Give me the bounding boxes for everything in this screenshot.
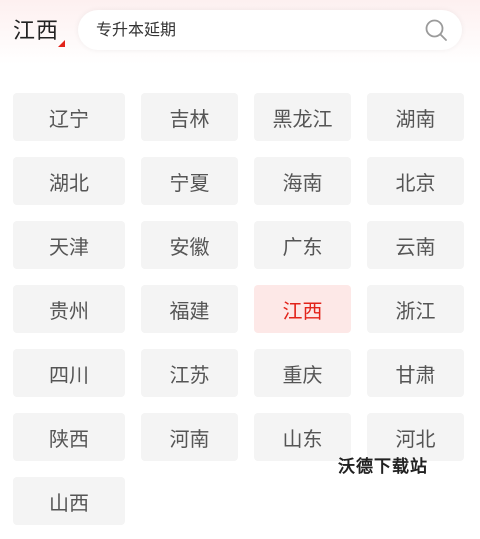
region-label: 江西 bbox=[13, 19, 60, 44]
province-item[interactable]: 广东 bbox=[254, 221, 351, 269]
province-item[interactable]: 海南 bbox=[254, 157, 351, 205]
province-item[interactable]: 陕西 bbox=[13, 413, 125, 461]
province-item[interactable]: 黑龙江 bbox=[254, 93, 351, 141]
province-item[interactable]: 安徽 bbox=[141, 221, 238, 269]
province-item[interactable]: 辽宁 bbox=[13, 93, 125, 141]
province-item[interactable]: 江西 bbox=[254, 285, 351, 333]
province-item[interactable]: 山东 bbox=[254, 413, 351, 461]
search-text: 专升本延期 bbox=[96, 20, 177, 39]
province-item[interactable]: 吉林 bbox=[141, 93, 238, 141]
watermark: 沃德下载站 bbox=[338, 457, 428, 477]
province-item[interactable]: 湖南 bbox=[367, 93, 464, 141]
province-item[interactable]: 重庆 bbox=[254, 349, 351, 397]
region-selector[interactable]: 江西 bbox=[13, 17, 59, 47]
province-item[interactable]: 河南 bbox=[141, 413, 238, 461]
province-item[interactable]: 福建 bbox=[141, 285, 238, 333]
province-item[interactable]: 山西 bbox=[13, 477, 125, 525]
province-item[interactable]: 天津 bbox=[13, 221, 125, 269]
search-bar[interactable]: 专升本延期 bbox=[78, 10, 462, 50]
province-item[interactable]: 云南 bbox=[367, 221, 464, 269]
search-icon[interactable] bbox=[424, 18, 448, 42]
province-item[interactable]: 江苏 bbox=[141, 349, 238, 397]
province-item[interactable]: 浙江 bbox=[367, 285, 464, 333]
province-item[interactable]: 湖北 bbox=[13, 157, 125, 205]
province-item[interactable]: 北京 bbox=[367, 157, 464, 205]
province-item[interactable]: 贵州 bbox=[13, 285, 125, 333]
province-item[interactable]: 宁夏 bbox=[141, 157, 238, 205]
province-item[interactable]: 四川 bbox=[13, 349, 125, 397]
region-dropdown-indicator-icon[interactable] bbox=[58, 40, 65, 47]
province-item[interactable]: 甘肃 bbox=[367, 349, 464, 397]
